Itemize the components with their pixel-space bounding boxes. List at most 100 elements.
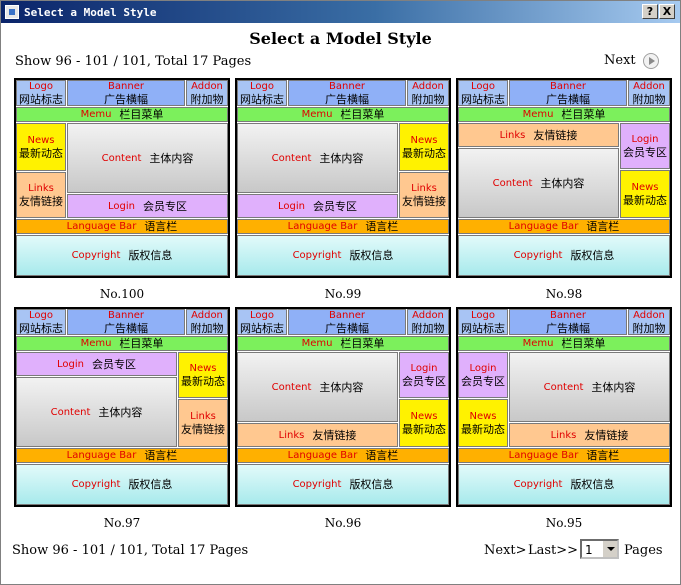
links-label-en: Links (190, 411, 216, 422)
model-caption[interactable]: No.96 (235, 516, 451, 530)
content-region: Content 主体内容 (458, 148, 619, 218)
model-caption[interactable]: No.98 (456, 287, 672, 301)
model-caption[interactable]: No.97 (14, 516, 230, 530)
model-caption[interactable]: No.100 (14, 287, 230, 301)
login-region: Login 会员专区 (16, 352, 177, 376)
next-link-top[interactable]: Next (604, 53, 636, 68)
login-label-en: Login (410, 363, 438, 374)
login-label-cn: 会员专区 (461, 375, 505, 388)
copy-label-cn: 版权信息 (349, 249, 394, 262)
menu-region: Memu 栏目菜单 (458, 107, 670, 122)
last-link-bottom[interactable]: Last>> (528, 543, 578, 558)
content-label-en: Content (101, 152, 142, 164)
links-label-cn: 友情链接 (19, 195, 63, 208)
banner-region: Banner 广告横幅 (67, 80, 185, 106)
lang-label-cn: 语言栏 (586, 220, 620, 233)
menu-region: Memu 栏目菜单 (16, 336, 228, 351)
menu-label-en: Memu (301, 109, 333, 120)
banner-label-en: Banner (550, 310, 586, 321)
login-region: Login 会员专区 (67, 194, 228, 218)
content-region: Content 主体内容 (16, 377, 177, 447)
banner-label-en: Banner (108, 310, 144, 321)
lang-label-en: Language Bar (66, 221, 137, 232)
menu-label-cn: 栏目菜单 (340, 337, 385, 350)
logo-label-cn: 网站标志 (240, 93, 284, 106)
pager-info-top: Show 96 - 101 / 101, Total 17 Pages (15, 54, 252, 69)
model-card[interactable]: Logo 网站标志 Banner 广告横幅 Addon 附加物 Memu 栏目菜单 Conten… (235, 78, 451, 278)
addon-label-en: Addon (412, 81, 444, 92)
logo-label-cn: 网站标志 (461, 93, 505, 106)
addon-region: Addon 附加物 (186, 309, 228, 335)
logo-label-en: Logo (250, 310, 274, 321)
news-label-en: News (410, 135, 438, 146)
help-button[interactable]: ? (642, 4, 658, 19)
banner-label-en: Banner (550, 81, 586, 92)
links-label-cn: 友情链接 (181, 423, 225, 436)
logo-label-en: Logo (29, 310, 53, 321)
chevron-down-icon[interactable] (602, 541, 617, 557)
logo-region: Logo 网站标志 (237, 309, 287, 335)
banner-label-en: Banner (329, 81, 365, 92)
logo-label-en: Logo (471, 310, 495, 321)
lang-label-cn: 语言栏 (144, 220, 178, 233)
model-card[interactable]: Logo 网站标志 Banner 广告横幅 Addon 附加物 Memu 栏目菜单 News 最新… (14, 78, 230, 278)
logo-label-cn: 网站标志 (240, 322, 284, 335)
content-label-en: Content (271, 381, 312, 393)
banner-label-cn: 广告横幅 (104, 322, 148, 335)
login-label-cn: 会员专区 (312, 199, 357, 213)
menu-label-en: Memu (301, 338, 333, 349)
links-label-en: Links (550, 429, 577, 441)
news-label-en: News (27, 135, 55, 146)
links-label-en: Links (28, 183, 54, 194)
login-region: Login 会员专区 (399, 352, 449, 398)
content-label-cn: 主体内容 (319, 151, 364, 165)
banner-region: Banner 广告横幅 (67, 309, 185, 335)
content-region: Content 主体内容 (237, 352, 398, 422)
window-title: Select a Model Style (24, 5, 157, 19)
next-arrow-icon[interactable] (643, 53, 659, 69)
copy-region: Copyright 版权信息 (237, 235, 449, 276)
lang-label-cn: 语言栏 (144, 449, 178, 462)
login-region: Login 会员专区 (620, 123, 670, 169)
copy-label-cn: 版权信息 (128, 478, 173, 491)
addon-label-en: Addon (191, 81, 223, 92)
login-region: Login 会员专区 (237, 194, 398, 218)
model-card[interactable]: Logo 网站标志 Banner 广告横幅 Addon 附加物 Memu 栏目菜单 Conten… (235, 307, 451, 507)
model-caption[interactable]: No.99 (235, 287, 451, 301)
copy-region: Copyright 版权信息 (458, 235, 670, 276)
model-card[interactable]: Logo 网站标志 Banner 广告横幅 Addon 附加物 Memu 栏目菜单 Links 友… (456, 78, 672, 278)
lang-label-en: Language Bar (508, 450, 579, 461)
copy-label-cn: 版权信息 (570, 249, 615, 262)
logo-region: Logo 网站标志 (237, 80, 287, 106)
addon-region: Addon 附加物 (407, 80, 449, 106)
news-label-en: News (410, 411, 438, 422)
login-label-cn: 会员专区 (402, 375, 446, 388)
addon-label-cn: 附加物 (190, 322, 224, 335)
title-bar[interactable]: Select a Model Style ? X (1, 1, 680, 23)
model-caption[interactable]: No.95 (456, 516, 672, 530)
close-button[interactable]: X (659, 4, 675, 19)
banner-label-cn: 广告横幅 (104, 93, 148, 106)
addon-label-cn: 附加物 (190, 93, 224, 106)
content-region: Content 主体内容 (509, 352, 670, 422)
news-label-en: News (189, 363, 217, 374)
page-select[interactable]: 1 (580, 539, 619, 559)
news-label-cn: 最新动态 (461, 423, 505, 436)
model-card[interactable]: Logo 网站标志 Banner 广告横幅 Addon 附加物 Memu 栏目菜单 Login 会… (456, 307, 672, 507)
logo-label-en: Logo (250, 81, 274, 92)
links-label-en: Links (278, 429, 305, 441)
content-label-cn: 主体内容 (319, 380, 364, 394)
addon-label-en: Addon (633, 310, 665, 321)
model-card[interactable]: Logo 网站标志 Banner 广告横幅 Addon 附加物 Memu 栏目菜单 Login 会… (14, 307, 230, 507)
lang-region: Language Bar 语言栏 (237, 219, 449, 234)
links-label-en: Links (499, 129, 526, 141)
menu-region: Memu 栏目菜单 (237, 336, 449, 351)
menu-label-cn: 栏目菜单 (340, 108, 385, 121)
app-icon (5, 5, 19, 19)
content-label-en: Content (492, 177, 533, 189)
addon-label-en: Addon (633, 81, 665, 92)
links-region: Links 友情链接 (458, 123, 619, 147)
lang-region: Language Bar 语言栏 (16, 219, 228, 234)
next-link-bottom[interactable]: Next> (484, 543, 527, 558)
links-region: Links 友情链接 (399, 172, 449, 218)
